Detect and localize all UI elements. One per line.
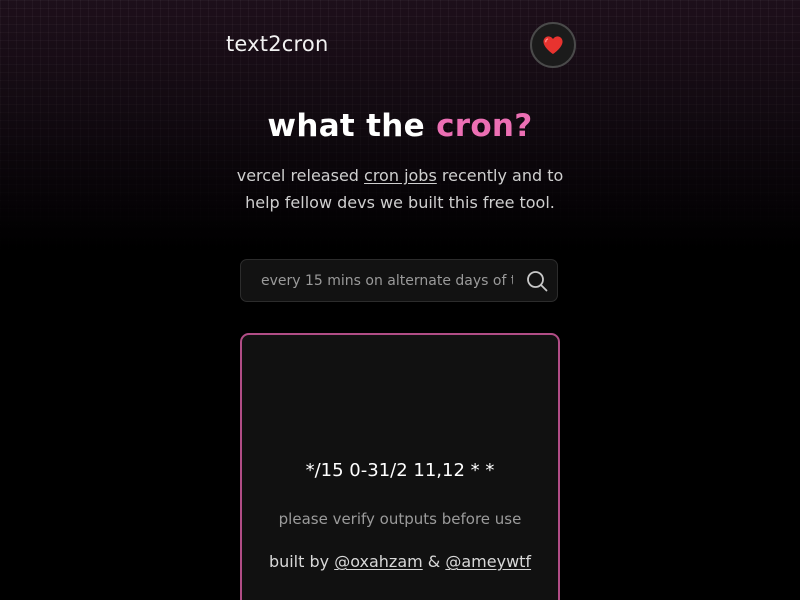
- hero-title-prefix: what the: [267, 108, 437, 144]
- credits-prefix: built by: [268, 552, 335, 571]
- search-button[interactable]: [524, 269, 550, 293]
- author-link-oxahzam[interactable]: @oxahzam: [334, 552, 423, 571]
- hero-subtitle: vercel released cron jobs recently and t…: [220, 162, 580, 216]
- subtitle-text-before: vercel released: [236, 166, 365, 185]
- hero-title-accent: cron?: [436, 108, 533, 144]
- result-card: */15 0-31/2 11,12 * * please verify outp…: [240, 333, 560, 600]
- heart-icon: [543, 36, 563, 55]
- credits: built by @oxahzam & @ameywtf: [242, 550, 558, 574]
- page: text2cron what the cron? vercel released…: [0, 0, 800, 600]
- hero-title: what the cron?: [0, 106, 800, 146]
- brand-logo[interactable]: text2cron: [226, 31, 328, 57]
- credits-separator: &: [422, 552, 446, 571]
- search-box: [240, 259, 558, 302]
- cron-jobs-link[interactable]: cron jobs: [364, 166, 437, 185]
- search-icon: [527, 271, 548, 292]
- search-input[interactable]: [261, 260, 513, 301]
- verify-note: please verify outputs before use: [278, 510, 522, 528]
- cron-expression: */15 0-31/2 11,12 * *: [305, 460, 495, 481]
- author-link-ameywtf[interactable]: @ameywtf: [445, 552, 531, 571]
- heart-button[interactable]: [530, 22, 576, 68]
